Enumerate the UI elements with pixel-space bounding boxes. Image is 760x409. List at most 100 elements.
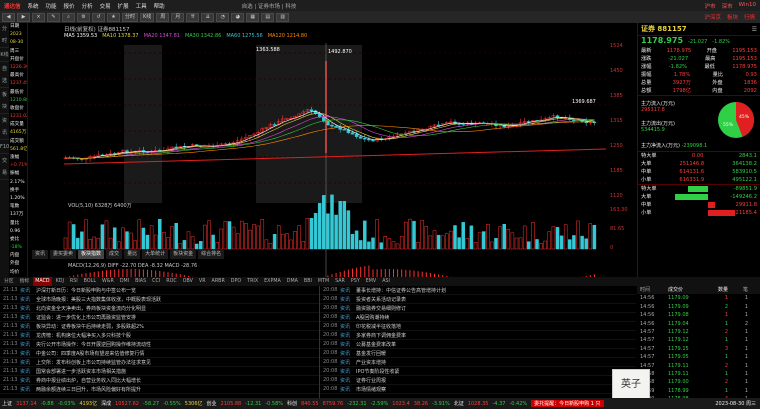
news-title[interactable]: IPO节奏阶段性收紧	[356, 368, 636, 375]
indicator-tab[interactable]: BBI	[302, 277, 314, 286]
news-title[interactable]: 沪深打新日历：今日新股申购与中签公布一览	[36, 287, 319, 294]
indicator-tab[interactable]: CCI	[150, 277, 162, 286]
sidebar-item[interactable]: F10	[0, 141, 9, 154]
sub-tab[interactable]: 资讯	[32, 250, 49, 259]
news-row[interactable]: 20:08 资讯 IPO节奏阶段性收紧	[320, 367, 636, 376]
toolbar-button[interactable]: ⚙	[77, 12, 90, 22]
indicator-tab[interactable]: 分区	[2, 277, 16, 286]
menu-item-analysis[interactable]: 分析	[82, 2, 93, 10]
indicator-tab[interactable]: MACD	[33, 277, 52, 286]
news-title[interactable]: 全球市场晚报：美股三大指数集体收涨，中概股表现活跃	[36, 296, 319, 303]
news-title[interactable]: 中金公司：四季度A股市场有望迎来估值修复行情	[36, 350, 319, 357]
toolbar-button[interactable]: ★	[107, 12, 120, 22]
news-title[interactable]: 产业资本增持	[356, 359, 636, 366]
news-title[interactable]: 证券行业周报	[356, 377, 636, 384]
news-title[interactable]: 龙虎榜：机构席位大幅净买入多只科技个股	[36, 332, 319, 339]
news-row[interactable]: 21:13 资讯 证监会：进一步优化上市公司再融资监管安排	[0, 313, 319, 322]
menu-item-function[interactable]: 功能	[46, 2, 57, 10]
sub-tab[interactable]: 委买委卖	[50, 250, 77, 259]
news-title[interactable]: 上交所：发布科创板上市公司持续监管办法征求意见	[36, 359, 319, 366]
news-title[interactable]: 董事长增持：中信证券公告高管增持计划	[356, 287, 636, 294]
news-title[interactable]: 市场情绪观察	[356, 386, 636, 393]
toolbar-button[interactable]: ⇈	[186, 12, 200, 22]
indicator-tab[interactable]: OBV	[181, 277, 195, 286]
news-title[interactable]: 基金发行回暖	[356, 350, 636, 357]
indicator-tab[interactable]: BOLL	[82, 277, 98, 286]
toolbar-button[interactable]: ▦	[246, 12, 260, 22]
toolbar-right-link[interactable]: 板块	[727, 13, 738, 21]
toolbar-button[interactable]: ◕	[231, 12, 245, 22]
news-row[interactable]: 20:08 资讯 印花税减半征收落地	[320, 322, 636, 331]
news-row[interactable]: 20:08 资讯 董事长增持：中信证券公告高管增持计划	[320, 286, 636, 295]
toolbar-button[interactable]: ×	[32, 12, 45, 22]
sub-tab[interactable]: 量比	[124, 250, 141, 259]
news-title[interactable]: 北向资金全天净卖出，券商板块资金流向分化明显	[36, 305, 319, 312]
news-row[interactable]: 21:13 资讯 央行公开市场操作：今日开展逆回购操作维持流动性	[0, 340, 319, 349]
toolbar-button[interactable]: ◀	[2, 12, 15, 22]
sidebar-item[interactable]: 资讯	[0, 115, 9, 140]
news-title[interactable]: 板块异动：证券板块午后持续走弱，多股跌超2%	[36, 323, 319, 330]
sub-tab[interactable]: 成交	[106, 250, 123, 259]
toolbar-button[interactable]: ⌕	[62, 12, 75, 22]
toolbar-button[interactable]: K线	[140, 12, 155, 22]
news-title[interactable]: 公募基金费率改革	[356, 341, 636, 348]
news-title[interactable]: 国常会部署进一步活跃资本市场相关措施	[36, 368, 319, 375]
news-row[interactable]: 21:13 资讯 国常会部署进一步活跃资本市场相关措施	[0, 367, 319, 376]
toolbar-right-link[interactable]: 沪深京	[704, 13, 721, 21]
indicator-tab[interactable]: MTM	[316, 277, 331, 286]
indicator-tab[interactable]: DPO	[229, 277, 243, 286]
toolbar-button[interactable]: ▤	[261, 12, 275, 22]
market-sz[interactable]: 深市	[722, 2, 733, 10]
indicator-tab[interactable]: KDJ	[54, 277, 66, 286]
toolbar-button[interactable]: ⇊	[201, 12, 215, 22]
indicator-tab[interactable]: PSY	[349, 277, 362, 286]
toolbar-right-link[interactable]: 行情	[744, 13, 755, 21]
toolbar-button[interactable]: ↺	[92, 12, 105, 22]
news-row[interactable]: 21:13 资讯 上交所：发布科创板上市公司持续监管办法征求意见	[0, 358, 319, 367]
indicator-tab[interactable]: DMI	[118, 277, 131, 286]
sub-tab[interactable]: 板块指数	[78, 250, 105, 259]
indicator-tab[interactable]: RSI	[68, 277, 80, 286]
indicator-tab[interactable]: 指标	[18, 277, 32, 286]
news-row[interactable]: 20:08 资讯 证券行业周报	[320, 376, 636, 385]
market-sh[interactable]: 沪市	[705, 2, 716, 10]
menu-item-quote[interactable]: 报价	[64, 2, 75, 10]
toolbar-button[interactable]: 周	[156, 12, 170, 22]
news-row[interactable]: 21:13 资讯 板块异动：证券板块午后持续走弱，多股跌超2%	[0, 322, 319, 331]
sub-tab[interactable]: 综合排名	[198, 250, 225, 259]
news-title[interactable]: 投资者关系活动记录表	[356, 296, 636, 303]
sidebar-item[interactable]: K线	[0, 49, 9, 62]
news-row[interactable]: 20:08 资讯 产业资本增持	[320, 358, 636, 367]
news-row[interactable]: 21:13 资讯 全球市场晚报：美股三大指数集体收涨，中概股表现活跃	[0, 295, 319, 304]
menu-item-tools[interactable]: 工具	[136, 2, 147, 10]
news-title[interactable]: 多家券商下调佣金费率	[356, 332, 636, 339]
news-row[interactable]: 20:08 资讯 投资者关系活动记录表	[320, 295, 636, 304]
sidebar-item[interactable]: 交易	[0, 155, 9, 180]
news-title[interactable]: A股回购潮持续	[356, 314, 636, 321]
news-row[interactable]: 20:08 资讯 融资融券交易细则修订	[320, 304, 636, 313]
sidebar-item[interactable]: 自选	[0, 63, 9, 88]
news-row[interactable]: 21:13 资讯 龙虎榜：机构席位大幅净买入多只科技个股	[0, 331, 319, 340]
menu-icon[interactable]: ☰	[752, 26, 757, 33]
toolbar-button[interactable]: ▶	[17, 12, 30, 22]
news-row[interactable]: 21:13 资讯 两融余额连续三日回升，市场风险偏好有所提升	[0, 385, 319, 394]
news-title[interactable]: 印花税减半征收落地	[356, 323, 636, 330]
sub-tab[interactable]: 大单统计	[142, 250, 169, 259]
kline-chart-area[interactable]: 1524 1450 1385 1315 1250 1185 1120 1492.870 1363…	[28, 23, 636, 285]
news-row[interactable]: 20:08 资讯 公募基金费率改革	[320, 340, 636, 349]
news-title[interactable]: 券商中报业绩出炉，自营业务收入同比大幅增长	[36, 377, 319, 384]
toolbar-button[interactable]: ◔	[216, 12, 230, 22]
news-title[interactable]: 两融余额连续三日回升，市场风险偏好有所提升	[36, 386, 319, 393]
news-title[interactable]: 证监会：进一步优化上市公司再融资监管安排	[36, 314, 319, 321]
status-message[interactable]: 委托提醒：今日新股申购 1 只	[531, 400, 604, 407]
news-row[interactable]: 20:08 资讯 基金发行回暖	[320, 349, 636, 358]
indicator-tab[interactable]: EXPMA	[262, 277, 283, 286]
news-row[interactable]: 20:08 资讯 市场情绪观察	[320, 385, 636, 394]
news-row[interactable]: 21:13 资讯 北向资金全天净卖出，券商板块资金流向分化明显	[0, 304, 319, 313]
news-title[interactable]: 融资融券交易细则修订	[356, 305, 636, 312]
menu-item-extend[interactable]: 扩展	[118, 2, 129, 10]
toolbar-button[interactable]: ✎	[47, 12, 60, 22]
news-row[interactable]: 21:13 资讯 中金公司：四季度A股市场有望迎来估值修复行情	[0, 349, 319, 358]
indicator-tab[interactable]: DMA	[285, 277, 300, 286]
indicator-tab[interactable]: EMV	[364, 277, 378, 286]
